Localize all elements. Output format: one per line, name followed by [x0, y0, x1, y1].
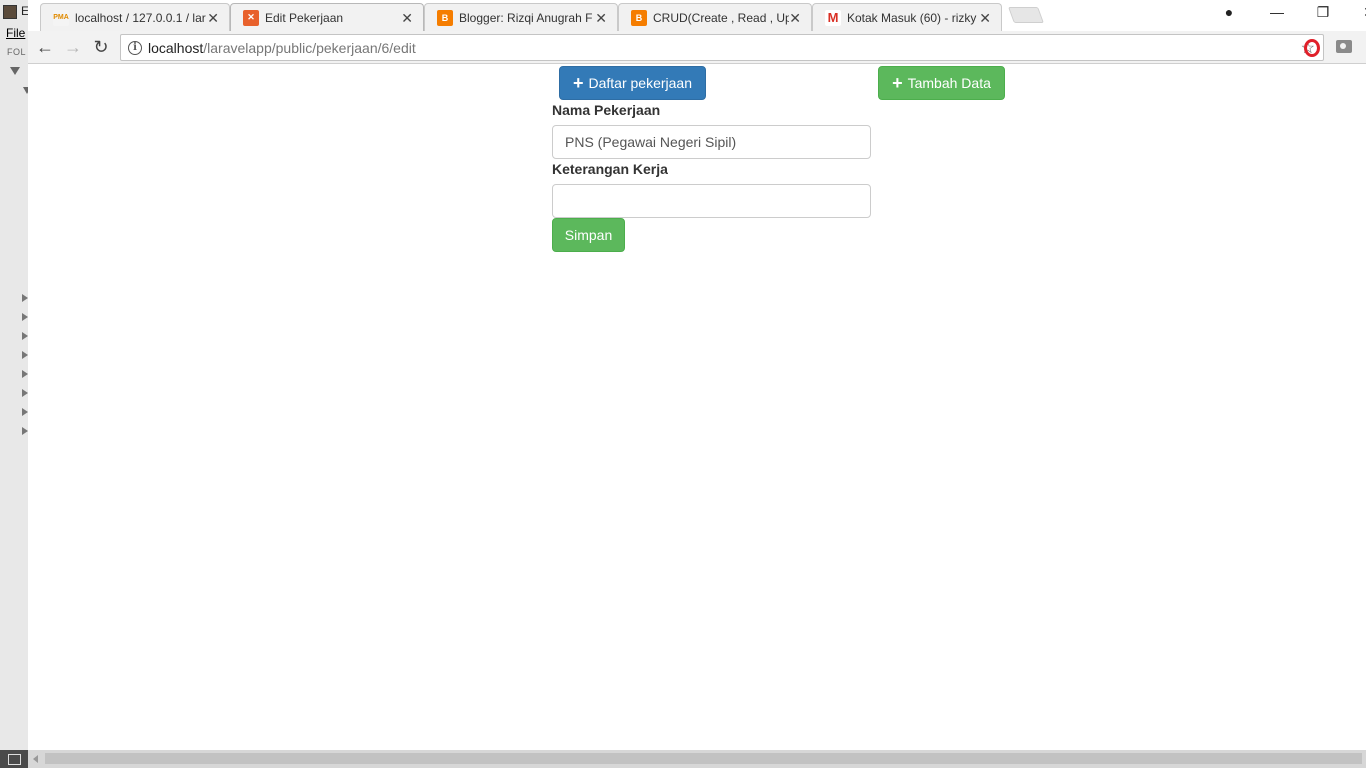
reload-icon[interactable]: ↻ [90, 36, 112, 58]
editor-app-icon [3, 5, 17, 19]
tab-phpmyadmin[interactable]: PMA localhost / 127.0.0.1 / lar ✕ [40, 3, 230, 31]
tab-title: CRUD(Create , Read , Up [653, 10, 789, 25]
daftar-pekerjaan-button[interactable]: + Daftar pekerjaan [559, 66, 706, 100]
minimize-icon[interactable]: — [1254, 4, 1300, 20]
folder-expand-icon[interactable] [10, 67, 20, 75]
close-icon[interactable]: ✕ [789, 10, 801, 27]
restore-icon[interactable]: ❐ [1300, 4, 1346, 21]
window-close-icon[interactable]: ✕ [1346, 4, 1366, 21]
url-path: /laravelapp/public/pekerjaan/6/edit [203, 39, 416, 56]
editor-folders-label: FOL [7, 47, 27, 57]
tab-gmail[interactable]: M Kotak Masuk (60) - rizky ✕ [812, 3, 1002, 31]
opera-extension-icon[interactable] [1304, 39, 1320, 57]
editor-menu-file[interactable]: File [6, 26, 25, 40]
scroll-left-icon[interactable] [33, 755, 38, 763]
forward-icon[interactable]: → [62, 36, 84, 58]
phpmyadmin-icon: PMA [53, 9, 69, 26]
page-viewport: + Daftar pekerjaan + Tambah Data Nama Pe… [28, 65, 1366, 750]
back-icon[interactable]: ← [34, 36, 56, 58]
daftar-pekerjaan-label: Daftar pekerjaan [588, 75, 693, 91]
laravel-icon: ✕ [243, 9, 259, 26]
camera-extension-icon[interactable] [1336, 40, 1352, 53]
tab-title: localhost / 127.0.0.1 / lar [75, 10, 206, 25]
tab-title: Blogger: Rizqi Anugrah F [459, 10, 593, 25]
gmail-icon: M [825, 9, 841, 26]
keterangan-kerja-label: Keterangan Kerja [552, 161, 668, 177]
plus-icon: + [572, 73, 584, 93]
scrollbar-thumb[interactable] [45, 753, 1362, 764]
panel-toggle-icon[interactable] [0, 750, 28, 768]
close-icon[interactable]: ✕ [401, 10, 413, 27]
nama-pekerjaan-input[interactable] [552, 125, 871, 159]
address-bar[interactable]: i localhost /laravelapp/public/pekerjaan… [120, 34, 1324, 61]
simpan-button[interactable]: Simpan [552, 218, 625, 252]
close-icon[interactable]: ✕ [595, 10, 607, 27]
tab-title: Kotak Masuk (60) - rizky [847, 10, 977, 25]
background-editor-window: E File FOL [0, 0, 31, 768]
tambah-data-button[interactable]: + Tambah Data [878, 66, 1005, 100]
profile-icon[interactable]: ● [1206, 4, 1252, 20]
new-tab-button[interactable] [1008, 7, 1044, 23]
url-host: localhost [148, 39, 204, 56]
browser-tab-strip: PMA localhost / 127.0.0.1 / lar ✕ ✕ Edit… [28, 0, 1366, 31]
info-icon[interactable]: i [128, 40, 142, 55]
blogger-icon: B [437, 9, 453, 26]
tambah-data-label: Tambah Data [907, 75, 991, 91]
blogger-icon: B [631, 9, 647, 26]
screen: E File FOL PMA localhost / 127.0.0.1 / l… [0, 0, 1366, 768]
close-icon[interactable]: ✕ [979, 10, 991, 27]
tab-title: Edit Pekerjaan [265, 10, 344, 25]
plus-icon: + [892, 73, 903, 93]
tab-crud[interactable]: B CRUD(Create , Read , Up ✕ [618, 3, 812, 31]
tab-blogger[interactable]: B Blogger: Rizqi Anugrah F ✕ [424, 3, 618, 31]
tab-edit-pekerjaan[interactable]: ✕ Edit Pekerjaan ✕ [230, 3, 424, 31]
nama-pekerjaan-label: Nama Pekerjaan [552, 102, 661, 118]
keterangan-kerja-input[interactable] [552, 184, 871, 218]
browser-toolbar: ← → ↻ i localhost /laravelapp/public/pek… [28, 31, 1366, 64]
close-icon[interactable]: ✕ [207, 10, 219, 27]
horizontal-scrollbar[interactable] [0, 750, 1366, 768]
